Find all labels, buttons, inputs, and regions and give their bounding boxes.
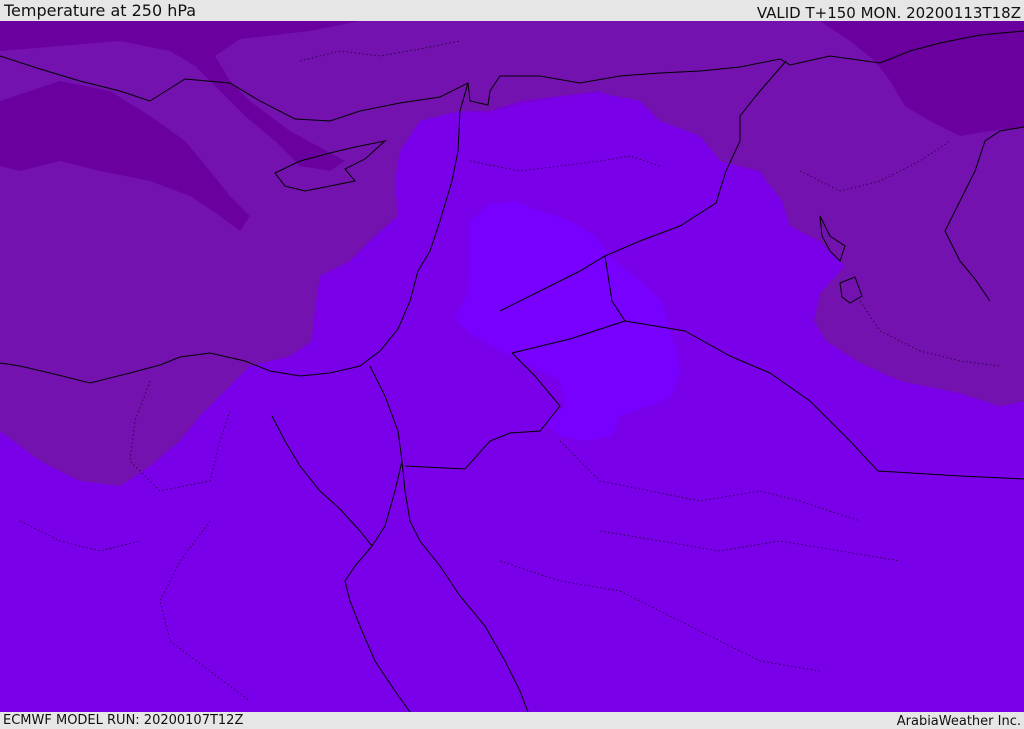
credit-label: ArabiaWeather Inc. [896, 714, 1021, 729]
header-bar: Temperature at 250 hPa VALID T+150 MON. … [0, 0, 1024, 21]
model-run-label: ECMWF MODEL RUN: 20200107T12Z [3, 713, 244, 728]
temperature-map[interactable] [0, 21, 1024, 712]
valid-time-label: VALID T+150 MON. 20200113T18Z [756, 4, 1021, 22]
map-title: Temperature at 250 hPa [4, 1, 197, 20]
footer-bar: ECMWF MODEL RUN: 20200107T12Z ArabiaWeat… [0, 712, 1024, 729]
